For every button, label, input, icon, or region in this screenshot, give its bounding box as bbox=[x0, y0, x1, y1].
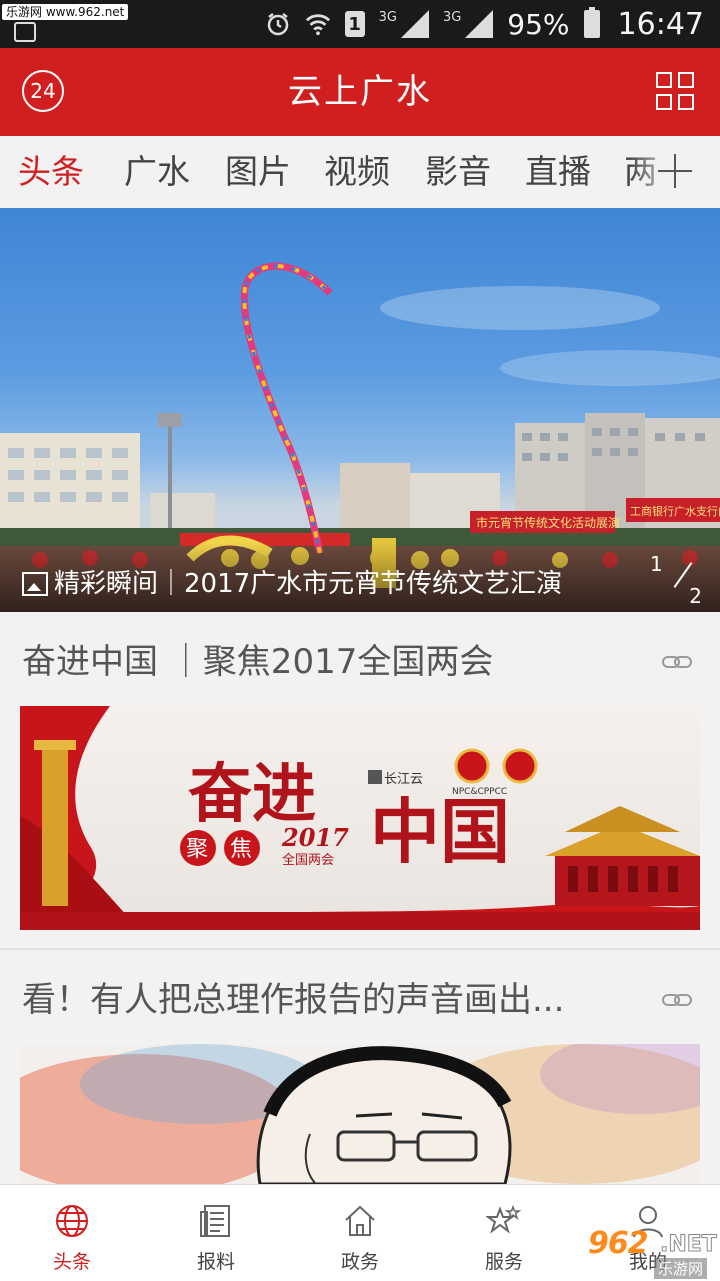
hero-carousel[interactable]: 市元宵节传统文化活动展演 工商银行广水支行向全 精彩瞬间｜2017广水市元宵节传… bbox=[0, 208, 720, 612]
battery-percent: 95% bbox=[507, 7, 570, 41]
hero-current-page: 1 bbox=[650, 552, 663, 576]
article-image[interactable] bbox=[20, 1044, 700, 1184]
tab-pictures[interactable]: 图片 bbox=[225, 136, 291, 208]
link-icon bbox=[662, 992, 694, 1010]
banner-big-text: 奋进 bbox=[188, 757, 316, 832]
watermark-badge: 乐游网 www.962.net bbox=[2, 4, 129, 20]
picture-icon bbox=[22, 572, 48, 596]
nav-headlines[interactable]: 头条 bbox=[0, 1185, 144, 1281]
nav-label: 报料 bbox=[196, 1251, 235, 1273]
badge-char-1: 聚 bbox=[186, 837, 208, 862]
hero-page-indicator: 1 2 bbox=[648, 552, 708, 608]
app-title: 云上广水 bbox=[288, 72, 432, 112]
banner-logo-text: 长江云 bbox=[384, 772, 423, 787]
hero-caption[interactable]: 精彩瞬间｜2017广水市元宵节传统文艺汇演 bbox=[22, 564, 562, 604]
tab-audio[interactable]: 影音 bbox=[425, 136, 491, 208]
home-icon bbox=[345, 1205, 375, 1236]
article-image[interactable]: 奋进 中国 聚 焦 2017 全国两会 长江云 NPC&CPPCC bbox=[20, 706, 700, 930]
banner-year: 2017 bbox=[281, 823, 349, 852]
battery-icon bbox=[583, 7, 600, 38]
nav-label: 头条 bbox=[52, 1251, 91, 1273]
watermark-brand: 962 bbox=[588, 1226, 649, 1261]
banner-text-2: 工商银行广水支行向全 bbox=[630, 504, 720, 518]
clock-24-icon[interactable]: 24 bbox=[22, 70, 64, 112]
add-channel-icon[interactable] bbox=[658, 154, 692, 188]
article-card[interactable]: 奋进中国 ｜聚焦2017全国两会 奋进 中国 聚 焦 2017 全国两会 长江云… bbox=[0, 622, 720, 948]
article-title[interactable]: 奋进中国 ｜聚焦2017全国两会 bbox=[22, 622, 642, 702]
nav-label: 政务 bbox=[340, 1251, 379, 1273]
watermark-sub: 乐游网 bbox=[654, 1258, 708, 1279]
hero-total-pages: 2 bbox=[689, 584, 702, 608]
badge-char-2: 焦 bbox=[230, 837, 252, 862]
nav-report[interactable]: 报料 bbox=[144, 1185, 288, 1281]
article-title[interactable]: 看！有人把总理作报告的声音画出... bbox=[22, 960, 642, 1040]
article-card[interactable]: 看！有人把总理作报告的声音画出... bbox=[0, 960, 720, 1184]
link-icon bbox=[662, 654, 694, 672]
banner-text-1: 市元宵节传统文化活动展演 bbox=[476, 515, 620, 530]
tab-live[interactable]: 直播 bbox=[525, 136, 591, 208]
gallery-icon bbox=[14, 22, 36, 42]
star-icon bbox=[486, 1204, 522, 1234]
tab-headlines[interactable]: 头条 bbox=[18, 136, 84, 208]
tab-guangshui[interactable]: 广水 bbox=[124, 136, 190, 208]
emblem-caption: NPC&CPPCC bbox=[452, 787, 507, 797]
wifi-icon bbox=[305, 11, 331, 37]
grid-icon[interactable] bbox=[656, 72, 694, 110]
app-header: 云上广水 24 bbox=[0, 48, 720, 136]
channel-tabs: 头条 广水 图片 视频 影音 直播 两 bbox=[0, 136, 720, 208]
watermark-suffix: .NET bbox=[660, 1232, 718, 1258]
clock: 16:47 bbox=[617, 6, 704, 42]
nav-services[interactable]: 服务 bbox=[432, 1185, 576, 1281]
sim-icon: 1 bbox=[344, 11, 365, 37]
nav-label: 服务 bbox=[484, 1251, 523, 1273]
alarm-icon bbox=[265, 11, 291, 37]
status-icons: 1 3G 3G 95% 16:47 bbox=[265, 0, 704, 48]
tab-video[interactable]: 视频 bbox=[324, 136, 390, 208]
banner-big-text-2: 中国 bbox=[370, 790, 510, 873]
signal-icon-2: 3G bbox=[443, 10, 494, 38]
nav-government[interactable]: 政务 bbox=[288, 1185, 432, 1281]
signal-icon: 3G bbox=[379, 10, 429, 38]
hero-caption-text: 精彩瞬间｜2017广水市元宵节传统文艺汇演 bbox=[54, 569, 563, 599]
status-bar: 乐游网 www.962.net 1 3G 3G 95% 16:47 bbox=[0, 0, 720, 48]
document-icon bbox=[200, 1205, 230, 1237]
banner-sub: 全国两会 bbox=[282, 852, 334, 868]
site-watermark: 962 .NET 乐游网 bbox=[584, 1226, 720, 1280]
globe-icon bbox=[56, 1205, 88, 1237]
